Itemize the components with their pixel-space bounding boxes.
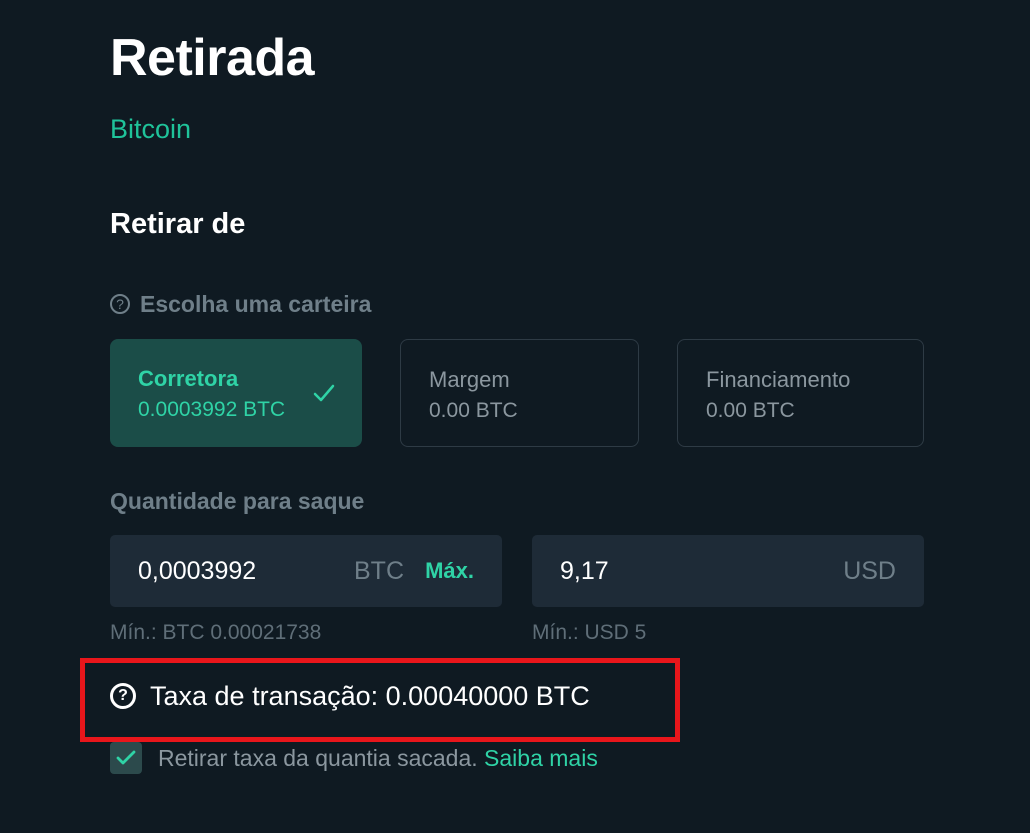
btc-unit-label: BTC [354, 556, 404, 585]
learn-more-link[interactable]: Saiba mais [484, 745, 598, 771]
deduct-fee-checkbox[interactable] [110, 742, 142, 774]
currency-subtitle: Bitcoin [110, 114, 192, 144]
question-circle-icon[interactable]: ? [110, 683, 136, 709]
amount-label: Quantidade para saque [110, 488, 365, 514]
wallet-balance: 0.00 BTC [706, 399, 795, 422]
withdrawal-panel: Retirada Bitcoin Retirar de ? Escolha um… [0, 0, 1030, 833]
check-icon [116, 750, 136, 765]
transaction-fee-text: Taxa de transação: 0.00040000 BTC [150, 680, 590, 711]
page-title: Retirada [110, 29, 315, 87]
btc-amount-value[interactable]: 0,0003992 [138, 557, 256, 586]
wallet-prompt: ? Escolha uma carteira [110, 289, 371, 319]
wallet-balance: 0.00 BTC [429, 399, 518, 422]
usd-minimum-note: Mín.: USD 5 [532, 621, 647, 644]
deduct-fee-text: Retirar taxa da quantia sacada. [158, 744, 478, 771]
btc-amount-input[interactable]: 0,0003992 BTC Máx. [110, 535, 502, 607]
max-button[interactable]: Máx. [425, 558, 474, 584]
usd-amount-value[interactable]: 9,17 [560, 557, 609, 586]
question-circle-icon[interactable]: ? [110, 294, 130, 314]
wallet-option-funding[interactable]: Financiamento 0.00 BTC [677, 339, 924, 447]
usd-amount-input[interactable]: 9,17 USD [532, 535, 924, 607]
deduct-fee-label: Retirar taxa da quantia sacada. Saiba ma… [158, 745, 598, 772]
withdraw-from-heading: Retirar de [110, 208, 246, 240]
usd-unit-label: USD [843, 556, 896, 585]
wallet-option-margin[interactable]: Margem 0.00 BTC [400, 339, 639, 447]
transaction-fee: ? Taxa de transação: 0.00040000 BTC [110, 680, 590, 712]
wallet-name: Margem [429, 367, 510, 392]
wallet-prompt-label: Escolha uma carteira [140, 290, 372, 317]
wallet-option-exchange[interactable]: Corretora 0.0003992 BTC [110, 339, 362, 447]
deduct-fee-option: Retirar taxa da quantia sacada. Saiba ma… [110, 742, 598, 774]
btc-minimum-note: Mín.: BTC 0.00021738 [110, 621, 322, 644]
wallet-name: Financiamento [706, 367, 851, 392]
check-icon [313, 384, 335, 402]
